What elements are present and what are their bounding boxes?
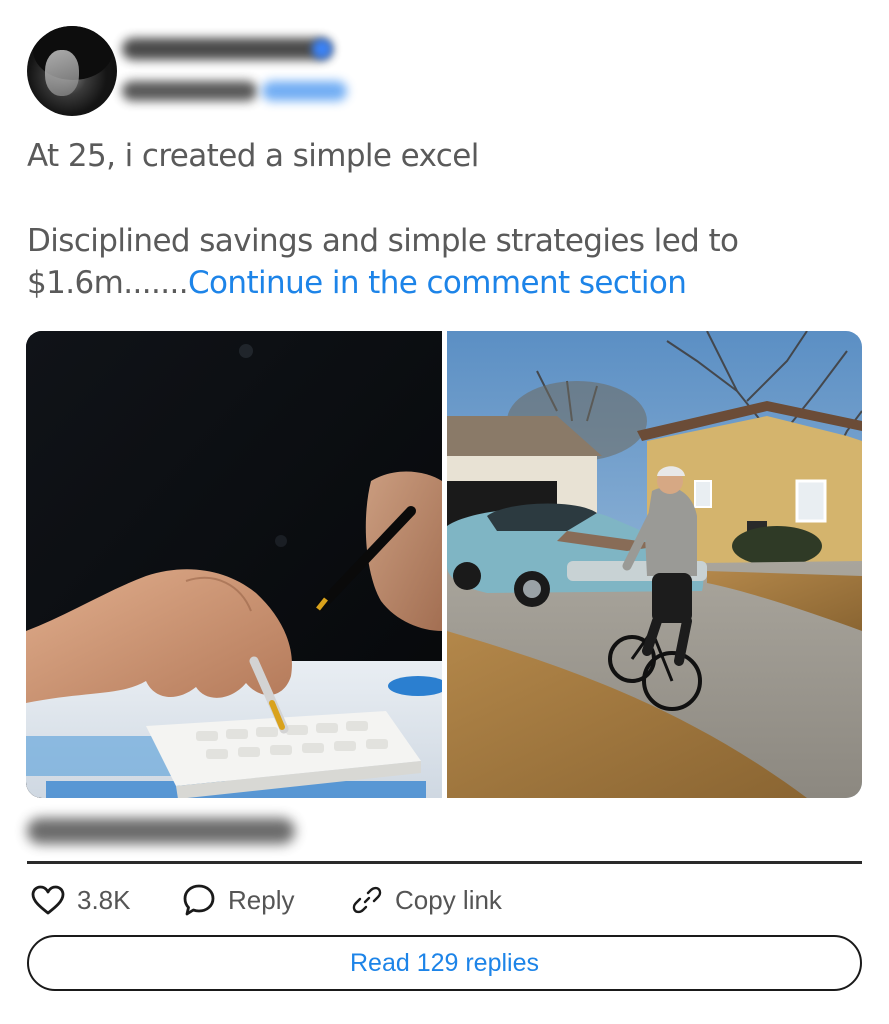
timestamp-blurred bbox=[27, 818, 295, 844]
follow-link-blurred[interactable] bbox=[262, 81, 347, 101]
post-text-line1: At 25, i created a simple excel bbox=[27, 138, 479, 174]
bicycle-car-illustration bbox=[447, 331, 862, 798]
bicycle-car-photo[interactable] bbox=[447, 331, 862, 798]
copy-link-label: Copy link bbox=[395, 884, 502, 915]
speech-bubble-icon bbox=[183, 884, 215, 916]
avatar[interactable] bbox=[27, 26, 117, 116]
post-header bbox=[27, 26, 427, 118]
avatar-face bbox=[45, 50, 79, 96]
post-media bbox=[26, 331, 862, 798]
read-replies-button[interactable]: Read 129 replies bbox=[27, 935, 862, 991]
reply-button[interactable]: Reply bbox=[182, 878, 294, 922]
author-handle-blurred[interactable] bbox=[122, 81, 257, 101]
reply-label: Reply bbox=[228, 884, 295, 915]
author-name-blurred[interactable] bbox=[122, 38, 332, 60]
calculator-photo[interactable] bbox=[26, 331, 442, 798]
action-bar: 3.8K Reply Copy link bbox=[27, 878, 862, 922]
link-icon bbox=[352, 886, 382, 914]
verified-badge-icon bbox=[312, 39, 332, 59]
post-text-line2: Disciplined savings and simple strategie… bbox=[27, 220, 877, 304]
like-count: 3.8K bbox=[77, 884, 131, 915]
like-button[interactable]: 3.8K bbox=[31, 878, 131, 922]
continue-link[interactable]: Continue in the comment section bbox=[188, 265, 687, 301]
copy-link-button[interactable]: Copy link bbox=[351, 878, 502, 922]
calculator-illustration bbox=[26, 331, 442, 798]
divider bbox=[27, 861, 862, 864]
heart-icon bbox=[31, 885, 65, 915]
